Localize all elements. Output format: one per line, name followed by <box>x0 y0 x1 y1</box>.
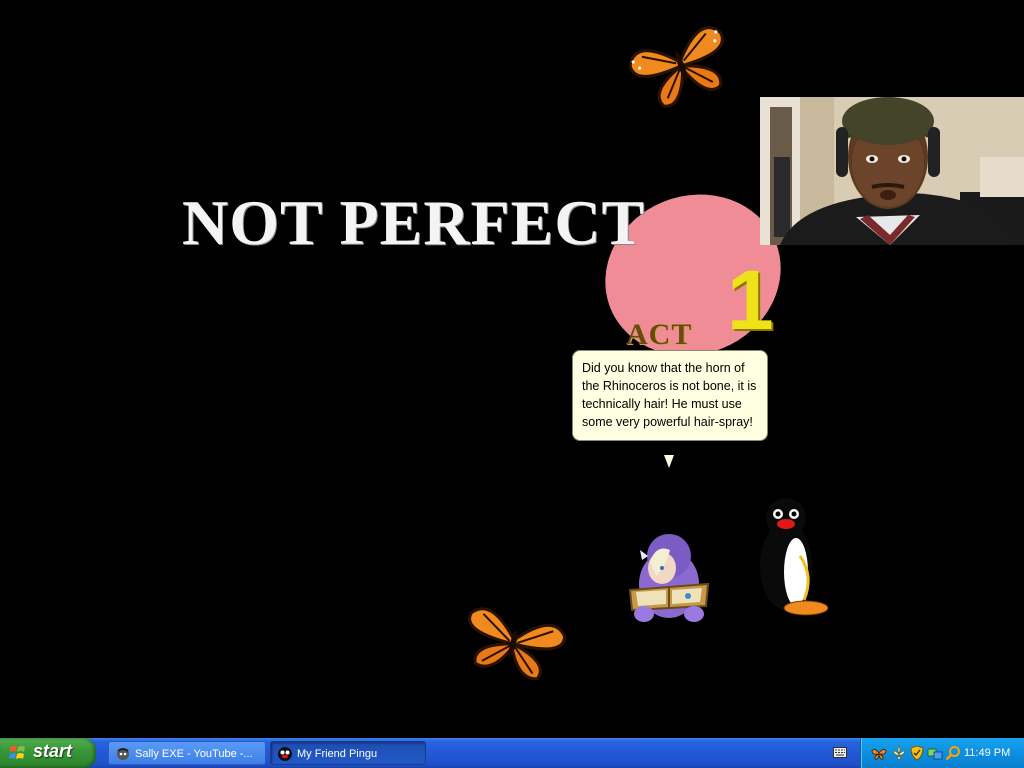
act-number: 1 <box>727 253 774 347</box>
taskbar: start Sally EXE - YouTube -... My Friend… <box>0 738 1024 768</box>
desktop: NOT PERFECT ACT 1 Did you know that the … <box>0 0 1024 738</box>
purple-assistant-character[interactable] <box>626 526 712 628</box>
taskbar-button-sally-exe-youtube[interactable]: Sally EXE - YouTube -... <box>108 741 266 765</box>
speech-bubble-tail <box>664 455 674 468</box>
butterfly-top-image <box>628 26 724 108</box>
task-label: Sally EXE - YouTube -... <box>135 748 253 760</box>
keyboard-language-icon[interactable] <box>833 747 847 758</box>
assistant-speech-bubble: Did you know that the horn of the Rhinoc… <box>572 350 768 441</box>
windows-logo-icon <box>9 746 25 759</box>
start-label: start <box>33 741 73 761</box>
pingu-app-icon <box>278 747 292 761</box>
pingu-character[interactable] <box>756 496 830 620</box>
scene-title: NOT PERFECT <box>182 187 646 258</box>
butterfly-bottom-image <box>468 607 566 680</box>
act-label: ACT <box>626 318 693 351</box>
webcam-overlay <box>760 97 1024 245</box>
task-label: My Friend Pingu <box>297 748 378 760</box>
webcam-person-image <box>760 97 1024 245</box>
start-button[interactable]: start <box>0 738 96 768</box>
taskbar-clock[interactable]: 11:49 PM <box>964 738 1010 768</box>
search-tray-icon[interactable] <box>945 745 961 761</box>
fleur-tray-icon[interactable] <box>891 745 907 761</box>
youtube-browser-icon <box>117 748 129 760</box>
taskbar-button-my-friend-pingu[interactable]: My Friend Pingu <box>270 741 426 765</box>
network-tray-icon[interactable] <box>927 745 943 761</box>
butterfly-tray-icon[interactable] <box>871 745 887 761</box>
shield-tray-icon[interactable] <box>909 745 925 761</box>
